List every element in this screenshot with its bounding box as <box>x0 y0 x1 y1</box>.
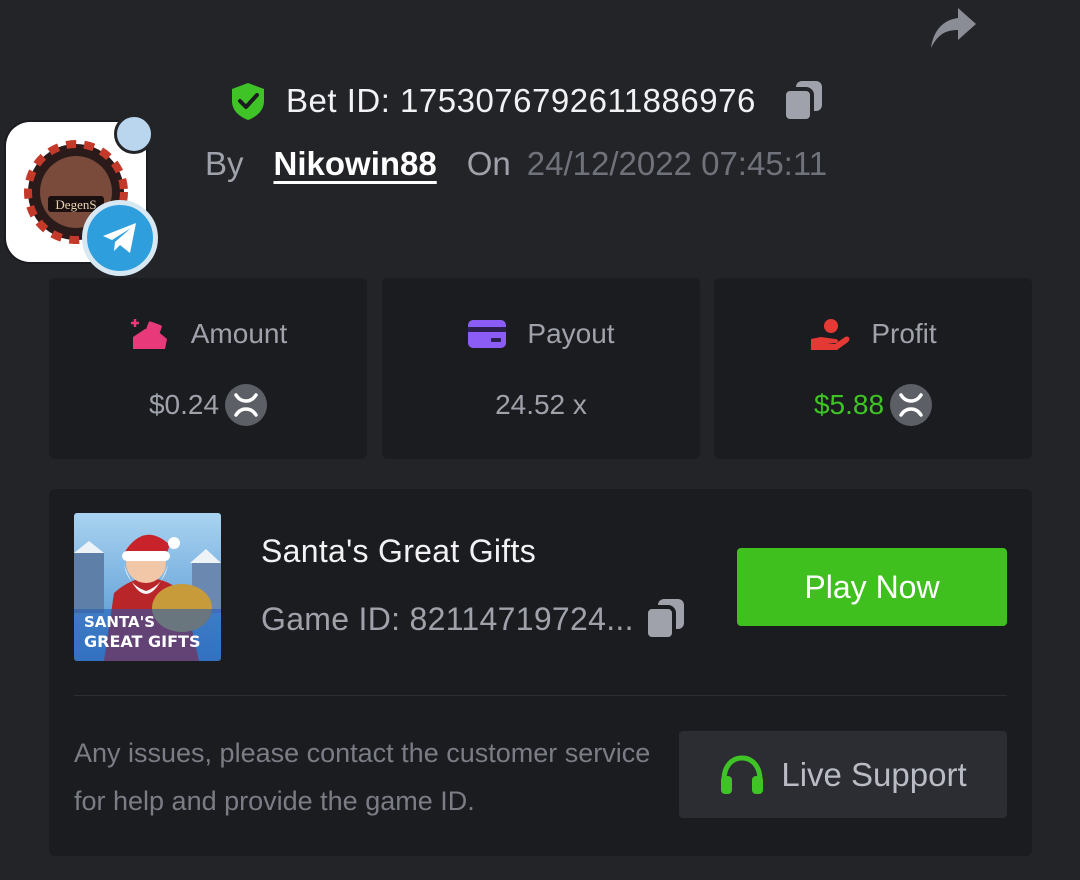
floating-widget: DegenS <box>0 114 160 276</box>
profit-label: Profit <box>871 318 937 349</box>
notification-dot <box>114 114 154 154</box>
play-now-button[interactable]: Play Now <box>737 548 1007 626</box>
game-id-row: Game ID: 82114719724... <box>261 597 686 641</box>
amount-label: Amount <box>190 318 288 349</box>
copy-bet-id-icon[interactable] <box>781 79 824 123</box>
thumb-title-line1: SANTA'S <box>84 613 155 631</box>
live-support-label: Live Support <box>781 755 967 793</box>
on-label: On <box>466 145 511 182</box>
divider <box>74 695 1007 696</box>
profit-label-row: Profit <box>714 314 1032 354</box>
xrp-coin-icon <box>890 384 933 426</box>
bet-datetime: 24/12/2022 07:45:11 <box>526 145 828 182</box>
live-support-button[interactable]: Live Support <box>679 731 1007 818</box>
username-link[interactable]: Nikowin88 <box>274 145 437 183</box>
bet-stats: Amount $0.24 Payout 24.52 x Profit $5.88 <box>49 278 1032 459</box>
amount-value: $0.24 <box>148 389 220 420</box>
profit-value-row: $5.88 <box>714 384 1032 426</box>
by-label: By <box>205 145 244 182</box>
logo-text: DegenS <box>55 197 96 212</box>
copy-game-id-icon[interactable] <box>643 597 686 641</box>
support-help-text: Any issues, please contact the customer … <box>74 738 651 816</box>
telegram-button[interactable] <box>82 200 158 276</box>
payout-card-icon <box>468 320 507 348</box>
bet-meta-row: By Nikowin88 On 24/12/2022 07:45:11 <box>205 140 827 188</box>
amount-card: Amount $0.24 <box>49 278 367 459</box>
bet-detail-page: Bet ID: 1753076792611886976 By Nikowin88… <box>0 0 1080 880</box>
payout-card: Payout 24.52 x <box>382 278 700 459</box>
bet-id: Bet ID: 1753076792611886976 <box>286 82 756 119</box>
amount-label-row: Amount <box>49 314 367 354</box>
verified-shield-icon <box>232 83 264 120</box>
xrp-coin-icon <box>225 384 268 426</box>
amount-value-row: $0.24 <box>49 384 367 426</box>
game-panel: SANTA'S GREAT GIFTS Santa's Great Gifts … <box>49 489 1032 856</box>
profit-card: Profit $5.88 <box>714 278 1032 459</box>
telegram-icon <box>103 223 136 253</box>
payout-label: Payout <box>527 318 615 349</box>
profit-hand-icon <box>811 319 850 350</box>
share-icon <box>931 8 976 48</box>
share-button[interactable] <box>926 4 980 52</box>
payout-label-row: Payout <box>382 314 700 354</box>
game-thumbnail[interactable]: SANTA'S GREAT GIFTS <box>74 513 221 661</box>
bet-id-row: Bet ID: 1753076792611886976 <box>228 78 824 124</box>
payout-value-row: 24.52 x <box>382 384 700 426</box>
game-id: Game ID: 82114719724... <box>261 600 634 637</box>
game-title: Santa's Great Gifts <box>261 533 537 569</box>
profit-value: $5.88 <box>813 389 885 420</box>
game-thumbnail-image: SANTA'S GREAT GIFTS <box>74 513 221 661</box>
payout-value: 24.52 x <box>495 389 587 420</box>
headset-icon <box>721 754 764 794</box>
amount-icon <box>130 319 167 349</box>
thumb-title-line2: GREAT GIFTS <box>84 632 200 651</box>
